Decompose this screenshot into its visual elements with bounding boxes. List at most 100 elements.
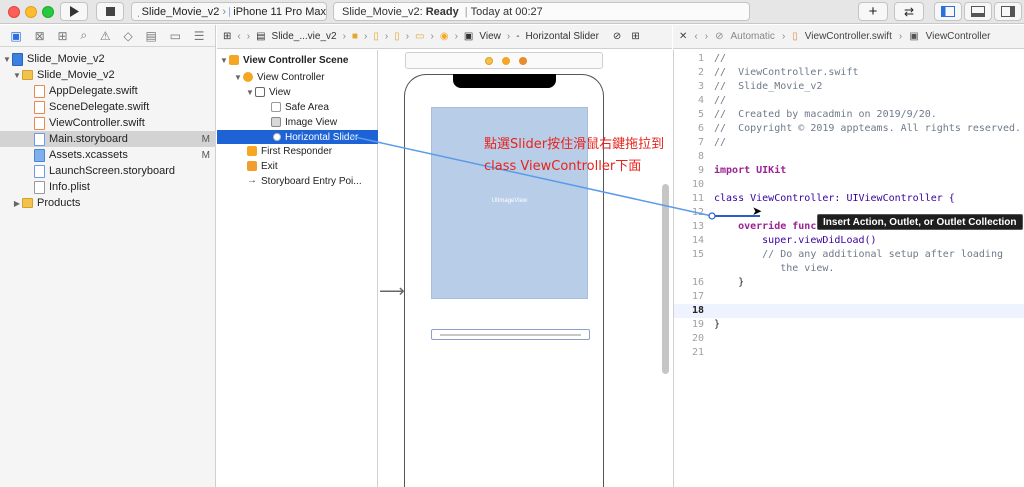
outline-view[interactable]: ▼ View xyxy=(217,85,378,99)
forward-arrow-icon[interactable]: › xyxy=(247,31,250,42)
nav-item-label: AppDelegate.swift xyxy=(49,85,138,97)
folder-icon[interactable]: ▣ xyxy=(10,29,21,43)
folder-icon xyxy=(22,198,33,208)
safe-area-icon xyxy=(271,102,281,112)
line-number: 14 xyxy=(691,235,704,246)
nav-item-assets[interactable]: Assets.xcassets M xyxy=(0,147,216,163)
related-items-icon[interactable]: ⊞ xyxy=(223,31,231,42)
code-editor[interactable]: 1 // 2 // ViewController.swift 3 // Slide_M… xyxy=(673,50,1024,487)
code-review-button[interactable]: ⇄ xyxy=(894,2,924,21)
view-icon xyxy=(255,87,265,97)
exit-dock-icon[interactable] xyxy=(519,57,527,65)
add-editor-icon[interactable]: ⊞ xyxy=(631,31,639,42)
outline-first-responder[interactable]: First Responder xyxy=(217,144,378,158)
horizontal-slider[interactable] xyxy=(431,329,590,340)
nav-item-viewcontroller[interactable]: ViewController.swift xyxy=(0,115,216,131)
source-control-icon[interactable]: ⊠ xyxy=(35,29,45,43)
outline-scene[interactable]: ▼ View Controller Scene xyxy=(217,53,378,67)
back-arrow-icon[interactable]: ‹ xyxy=(237,31,240,42)
disclosure-open-icon[interactable]: ▼ xyxy=(219,56,229,65)
pointer-cursor-icon: ➤ xyxy=(752,204,763,218)
view-controller-dock-icon[interactable] xyxy=(485,57,493,65)
swift-file-icon xyxy=(34,116,45,130)
jump-project[interactable]: Slide_...vie_v2 xyxy=(272,31,337,42)
first-responder-dock-icon[interactable] xyxy=(502,57,510,65)
disclosure-open-icon[interactable]: ▼ xyxy=(12,71,22,80)
storyboard-canvas[interactable]: ⟶ UIImageView xyxy=(379,50,672,487)
jump-file[interactable]: ViewController.swift xyxy=(805,31,892,42)
play-icon xyxy=(70,6,79,17)
close-editor-icon[interactable]: ✕ xyxy=(679,31,687,42)
toggle-inspector-button[interactable] xyxy=(994,2,1022,21)
close-window-button[interactable] xyxy=(8,6,20,18)
slider-icon xyxy=(273,133,281,141)
chevron-right-icon: › xyxy=(430,31,434,42)
forward-arrow-icon[interactable]: › xyxy=(705,31,708,42)
outline-label: View Controller Scene xyxy=(243,54,349,66)
outline-exit[interactable]: Exit xyxy=(217,159,378,173)
issue-icon[interactable]: ⚠ xyxy=(100,29,111,43)
activity-view: Slide_Movie_v2: Ready | Today at 00:27 xyxy=(333,2,750,21)
outline-label: Safe Area xyxy=(285,101,329,113)
jump-slider[interactable]: Horizontal Slider xyxy=(526,31,599,42)
jump-mode[interactable]: Automatic xyxy=(730,31,774,42)
current-code-line: 18 xyxy=(674,304,1024,318)
nav-item-label: Info.plist xyxy=(49,181,90,193)
report-icon[interactable]: ☰ xyxy=(194,29,205,43)
scene-icon xyxy=(229,55,239,65)
nav-item-project[interactable]: ▼ Slide_Movie_v2 xyxy=(0,51,216,67)
ib-jump-bar: ⊞ ‹ › ▤ Slide_...vie_v2 › ■ › ▯ › ▯ › ▭ … xyxy=(217,25,672,49)
swift-file-icon: ▯ xyxy=(792,31,798,42)
entry-point-arrow-icon[interactable]: ⟶ xyxy=(379,281,405,302)
disclosure-open-icon[interactable]: ▼ xyxy=(2,55,12,64)
nav-item-scenedelegate[interactable]: SceneDelegate.swift xyxy=(0,99,216,115)
hammer-icon xyxy=(138,15,139,17)
test-icon[interactable]: ◇ xyxy=(123,29,132,43)
debug-icon[interactable]: ▤ xyxy=(145,29,156,43)
run-button[interactable] xyxy=(60,2,88,21)
toggle-debug-area-button[interactable] xyxy=(964,2,992,21)
line-text: the view. xyxy=(714,263,835,274)
line-number: 7 xyxy=(697,137,704,148)
zoom-window-button[interactable] xyxy=(42,6,54,18)
disclosure-open-icon[interactable]: ▼ xyxy=(245,88,255,97)
outline-safe-area[interactable]: Safe Area xyxy=(217,100,378,114)
nav-item-products[interactable]: ▶ Products xyxy=(0,195,216,211)
arrow-right-icon: → xyxy=(247,175,257,186)
outline-horizontal-slider[interactable]: Horizontal Slider xyxy=(217,130,378,144)
nav-item-group[interactable]: ▼ Slide_Movie_v2 xyxy=(0,67,216,83)
nav-item-label: Slide_Movie_v2 xyxy=(37,69,115,81)
outline-image-view[interactable]: Image View xyxy=(217,115,378,129)
outline-view-controller[interactable]: ▼ View Controller xyxy=(217,70,378,84)
minimize-window-button[interactable] xyxy=(25,6,37,18)
nav-item-launchscreen[interactable]: LaunchScreen.storyboard xyxy=(0,163,216,179)
library-button[interactable]: + xyxy=(858,2,888,21)
jump-class[interactable]: ViewController xyxy=(926,31,991,42)
jump-view[interactable]: View xyxy=(479,31,501,42)
code-line: 6 // Copyright © 2019 appteams. All right… xyxy=(674,122,1024,136)
canvas-scrollbar[interactable] xyxy=(662,184,669,374)
disclosure-open-icon[interactable]: ▼ xyxy=(233,73,243,82)
nav-item-main-storyboard[interactable]: Main.storyboard M xyxy=(0,131,216,147)
chevron-right-icon: › xyxy=(898,31,903,42)
nav-item-appdelegate[interactable]: AppDelegate.swift xyxy=(0,83,216,99)
nav-item-label: Assets.xcassets xyxy=(49,149,128,161)
toggle-navigator-button[interactable] xyxy=(934,2,962,21)
back-arrow-icon[interactable]: ‹ xyxy=(694,31,697,42)
plist-file-icon xyxy=(34,180,45,194)
link-icon[interactable]: ⊘ xyxy=(613,31,621,42)
breakpoint-icon[interactable]: ▭ xyxy=(170,29,181,43)
find-icon[interactable]: ⌕ xyxy=(80,28,87,43)
scheme-selector[interactable]: Slide_Movie_v2 › iPhone 11 Pro Max xyxy=(131,2,327,21)
code-line: 16 } xyxy=(674,276,1024,290)
line-text: import UIKit xyxy=(714,165,787,176)
outline-entry-point[interactable]: → Storyboard Entry Poi... xyxy=(217,174,378,188)
symbol-icon[interactable]: ⊞ xyxy=(57,29,67,43)
line-text: // xyxy=(714,137,727,148)
scene-icon: ▭ xyxy=(415,31,425,42)
disclosure-closed-icon[interactable]: ▶ xyxy=(12,199,22,208)
slider-track xyxy=(440,334,581,336)
nav-item-infoplist[interactable]: Info.plist xyxy=(0,179,216,195)
stop-button[interactable] xyxy=(96,2,124,21)
line-number: 20 xyxy=(691,333,704,344)
